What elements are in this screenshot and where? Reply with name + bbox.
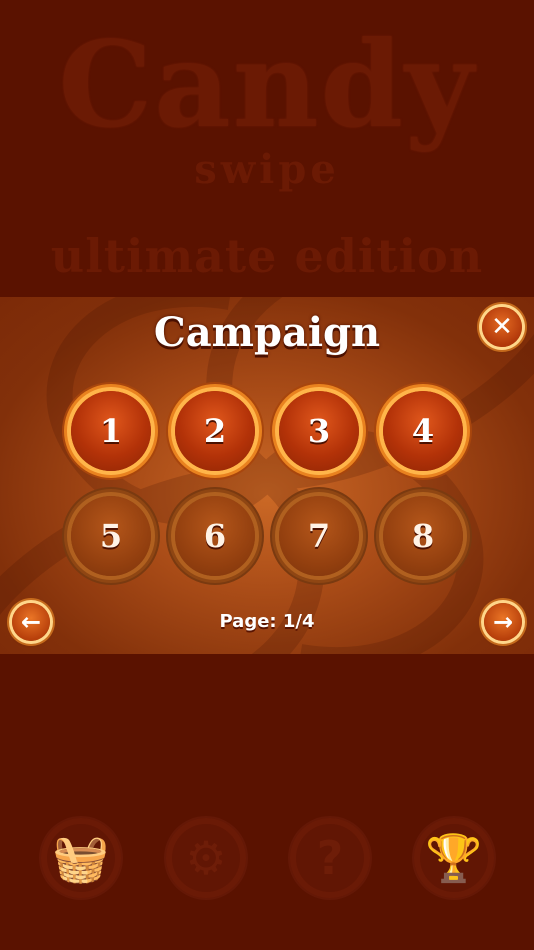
next-page-button[interactable]: → [484, 603, 522, 641]
game-logo-title: Candy [58, 15, 476, 154]
level-button-5[interactable]: 5 [71, 496, 151, 576]
level-button-7[interactable]: 7 [279, 496, 359, 576]
campaign-title: Campaign [153, 309, 381, 356]
level-button-1[interactable]: 1 [71, 391, 151, 471]
level-button-4[interactable]: 4 [383, 391, 463, 471]
campaign-panel: Campaign ✕ 1 2 3 4 5 6 7 8 ← Page: 1/4 → [0, 297, 534, 654]
page-indicator: Page: 1/4 [219, 611, 315, 632]
settings-gear-icon: ⚙ [166, 818, 246, 898]
level-button-8[interactable]: 8 [383, 496, 463, 576]
game-logo-subtitle: swipe [194, 146, 340, 193]
help-question-icon: ? [290, 818, 370, 898]
level-button-2[interactable]: 2 [175, 391, 255, 471]
level-button-6[interactable]: 6 [175, 496, 255, 576]
level-button-3[interactable]: 3 [279, 391, 359, 471]
shop-basket-icon: 🧺 [41, 818, 121, 898]
game-logo-edition: ultimate edition [50, 229, 484, 283]
leaderboard-podium-icon: 🏆 [414, 818, 494, 898]
game-screen: Candy swipe ultimate edition 🧺 ⚙ ? 🏆 Cam… [0, 0, 534, 950]
close-button[interactable]: ✕ [482, 307, 522, 347]
